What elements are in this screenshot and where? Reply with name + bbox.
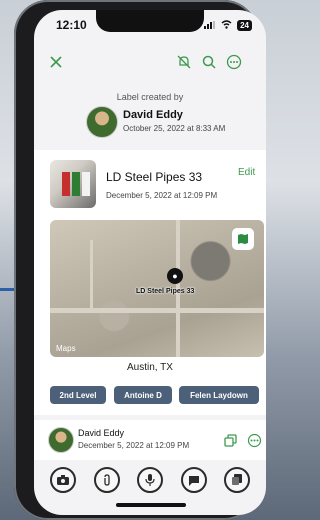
- label-created-title: Label created by: [116, 92, 184, 102]
- camera-notch: [96, 10, 204, 32]
- bell-slash-icon[interactable]: [174, 52, 194, 72]
- map-road: [50, 308, 264, 313]
- comment-more-icon[interactable]: [244, 430, 264, 450]
- map-pin-icon[interactable]: ●: [167, 268, 183, 284]
- comment-author: David Eddy: [78, 428, 125, 438]
- more-icon[interactable]: [224, 52, 244, 72]
- item-date: December 5, 2022 at 12:09 PM: [106, 191, 218, 200]
- tag-chip[interactable]: Felen Laydown: [179, 386, 259, 404]
- maps-logo: Maps: [56, 344, 76, 353]
- signal-icon: [204, 18, 216, 32]
- search-icon[interactable]: [199, 52, 219, 72]
- tag-chip[interactable]: Antoine D: [114, 386, 172, 404]
- camera-icon[interactable]: [50, 467, 76, 493]
- copy-icon[interactable]: [220, 430, 240, 450]
- comment-avatar: [48, 427, 74, 453]
- map-road: [90, 240, 93, 310]
- item-thumbnail[interactable]: [50, 160, 96, 208]
- map-pin-label: LD Steel Pipes 33: [136, 288, 195, 295]
- created-date: October 25, 2022 at 8:33 AM: [123, 124, 226, 133]
- wifi-icon: [221, 18, 232, 32]
- edit-button[interactable]: Edit: [238, 167, 255, 178]
- avatar: [86, 106, 118, 138]
- map-icon[interactable]: [232, 228, 254, 250]
- creator-name: David Eddy: [123, 109, 183, 121]
- attachment-icon[interactable]: [93, 467, 120, 493]
- microphone-icon[interactable]: [137, 467, 163, 493]
- message-icon[interactable]: [180, 467, 207, 493]
- item-title: LD Steel Pipes 33: [106, 170, 203, 184]
- comment-date: December 5, 2022 at 12:09 PM: [78, 441, 190, 450]
- duplicate-icon[interactable]: [224, 467, 250, 493]
- home-indicator: [116, 503, 186, 507]
- app-screen: 12:10 24 Label created by David Eddy Oct…: [34, 10, 266, 515]
- location-label: Austin, TX: [127, 362, 173, 373]
- battery-indicator: 24: [237, 19, 252, 31]
- bottom-toolbar: [50, 467, 250, 497]
- status-time: 12:10: [56, 18, 87, 32]
- tag-chip[interactable]: 2nd Level: [50, 386, 106, 404]
- top-bar: [34, 52, 266, 76]
- map-view[interactable]: ● LD Steel Pipes 33 Maps: [50, 220, 264, 357]
- close-icon[interactable]: [46, 52, 66, 72]
- phone-frame: 12:10 24 Label created by David Eddy Oct…: [14, 0, 266, 520]
